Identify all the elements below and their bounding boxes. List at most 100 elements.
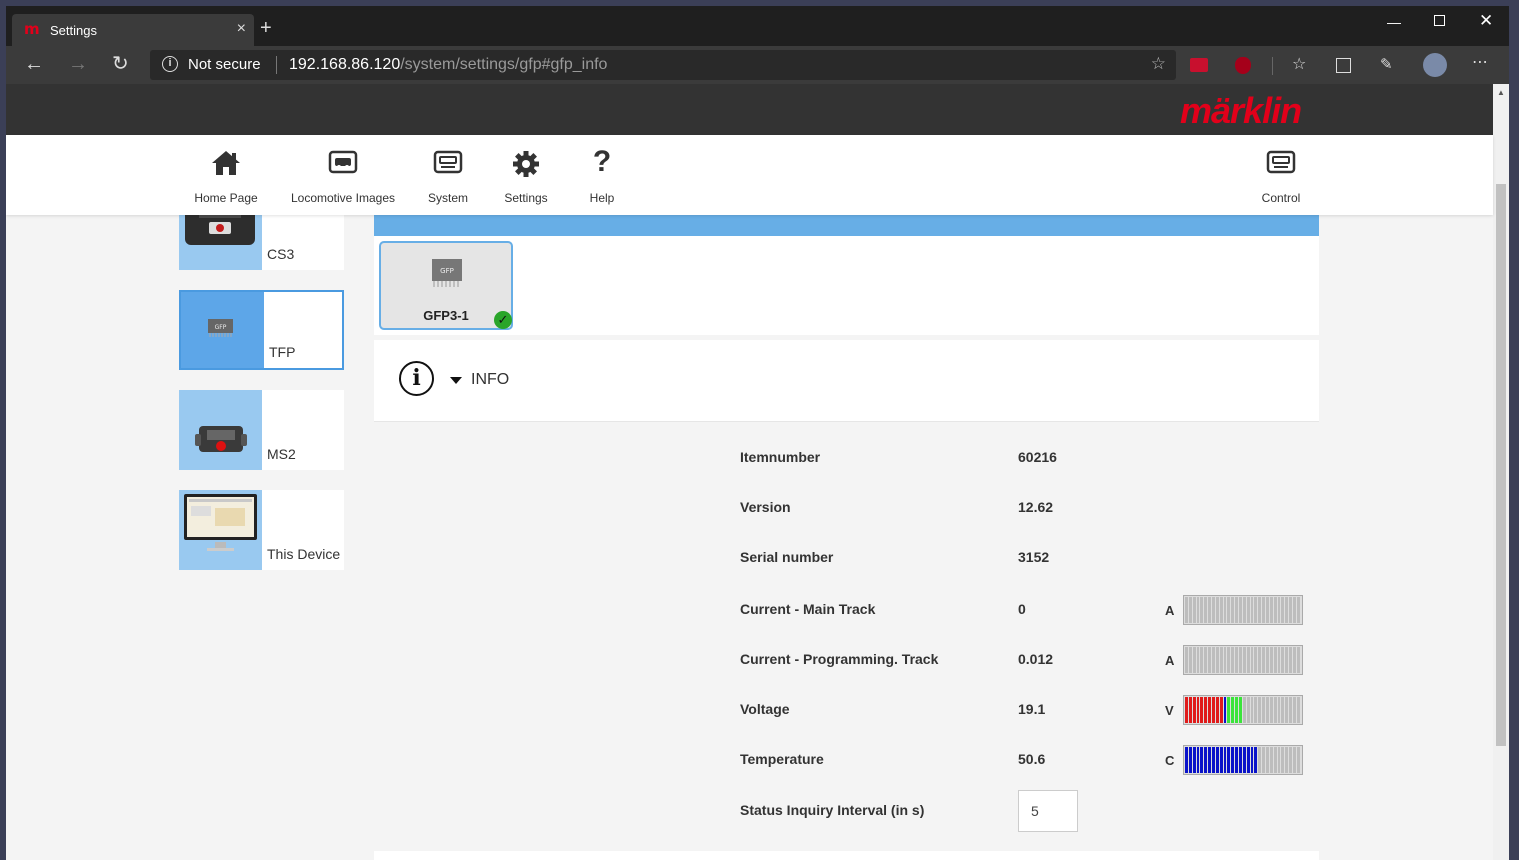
menu-system[interactable]: System	[418, 135, 478, 215]
maximize-icon[interactable]	[1434, 15, 1445, 26]
meter-segment	[1212, 697, 1215, 723]
chip-text: GFP	[440, 267, 454, 275]
meter-segment	[1200, 597, 1204, 623]
meter-segment	[1185, 647, 1188, 673]
info-row-version: Version 12.62	[374, 493, 1319, 523]
menu-system-label: System	[427, 191, 468, 205]
interval-input[interactable]: 5	[1018, 790, 1078, 832]
page-scrollbar[interactable]: ▲	[1493, 84, 1509, 860]
meter-segment	[1254, 697, 1258, 723]
locomotive-icon	[328, 150, 358, 174]
meter-segment	[1258, 647, 1262, 673]
more-menu-icon[interactable]: ⋯	[1472, 52, 1492, 72]
meter-segment	[1293, 647, 1296, 673]
row-value: 12.62	[1018, 499, 1054, 515]
device-name-tfp: TFP	[269, 344, 296, 360]
caret-down-icon[interactable]	[450, 377, 462, 384]
meter-segment	[1188, 747, 1192, 773]
meter-segment	[1277, 697, 1281, 723]
meter-segment	[1204, 747, 1208, 773]
feedback-icon[interactable]: ✎	[1380, 55, 1400, 75]
extension-ublock-icon[interactable]	[1235, 57, 1251, 74]
reload-icon[interactable]: ↻	[112, 54, 129, 74]
meter-segment	[1188, 647, 1192, 673]
marklin-favicon-icon: m	[24, 20, 40, 38]
meter-segment	[1196, 647, 1200, 673]
scrollbar-thumb[interactable]	[1496, 184, 1506, 746]
info-section-header[interactable]: i INFO	[374, 340, 1319, 422]
status-ok-check-icon: ✓	[494, 311, 512, 329]
meter-segment	[1277, 647, 1281, 673]
meter-segment	[1215, 747, 1219, 773]
meter-segment	[1208, 597, 1212, 623]
tab-title: Settings	[50, 23, 97, 38]
meter-segment	[1223, 597, 1227, 623]
meter-segment	[1239, 647, 1242, 673]
address-bar[interactable]: i Not secure 192.168.86.120/system/setti…	[150, 50, 1176, 80]
meter-segment	[1258, 697, 1262, 723]
row-value: 50.6	[1018, 751, 1046, 767]
marklin-logo[interactable]: märklin	[1180, 90, 1302, 132]
ms2-device-icon	[195, 426, 247, 452]
meter-segment	[1289, 597, 1293, 623]
menu-locomotive-images[interactable]: Locomotive Images	[287, 135, 399, 215]
menu-settings[interactable]: Settings	[496, 135, 556, 215]
meter-segment	[1223, 697, 1227, 723]
menu-help[interactable]: ? Help	[572, 135, 632, 215]
window-close-icon[interactable]: ✕	[1479, 11, 1493, 31]
meter-segment	[1208, 647, 1212, 673]
module-label: GFP3-1	[423, 308, 469, 323]
meter-segment	[1246, 597, 1250, 623]
meter-segment	[1185, 697, 1188, 723]
browser-tab[interactable]: m Settings ×	[12, 14, 254, 46]
collections-icon[interactable]	[1336, 58, 1351, 73]
device-card-tfp[interactable]: GFP TFP	[179, 290, 344, 370]
meter-segment	[1204, 697, 1208, 723]
favorites-icon[interactable]: ☆	[1292, 54, 1312, 74]
meter-segment	[1273, 697, 1277, 723]
tab-close-icon[interactable]: ×	[237, 20, 246, 38]
meter-segment	[1196, 597, 1200, 623]
extension-lastpass-icon[interactable]	[1190, 58, 1208, 72]
site-info-icon[interactable]: i	[162, 56, 178, 72]
favorite-star-icon[interactable]: ☆	[1151, 54, 1166, 74]
menu-control[interactable]: Control	[1251, 135, 1311, 215]
back-icon[interactable]: ←	[24, 54, 44, 74]
device-card-ms2[interactable]: MS2	[179, 390, 344, 470]
minimize-icon[interactable]: —	[1387, 14, 1401, 30]
menu-home[interactable]: Home Page	[186, 135, 266, 215]
meter-segment	[1250, 647, 1254, 673]
row-value: 19.1	[1018, 701, 1046, 717]
url-text[interactable]: 192.168.86.120/system/settings/gfp#gfp_i…	[289, 56, 607, 74]
meter-segment	[1296, 697, 1300, 723]
meter-segment	[1273, 597, 1277, 623]
gfp-panel: GFP GFP3-1 ✓ i INFO Itemnumber 60216 Ver…	[374, 215, 1319, 860]
meter-segment	[1208, 747, 1212, 773]
url-host: 192.168.86.120	[289, 56, 401, 73]
meter-segment	[1293, 747, 1296, 773]
meter-segment	[1204, 597, 1208, 623]
row-unit: V	[1165, 703, 1174, 718]
gfp-module-card[interactable]: GFP GFP3-1 ✓	[379, 241, 513, 330]
meter-segment	[1281, 597, 1285, 623]
device-name-ms2: MS2	[267, 446, 296, 462]
scroll-up-icon[interactable]: ▲	[1497, 88, 1505, 97]
gear-icon	[513, 151, 539, 177]
meter-segment	[1219, 647, 1223, 673]
meter-segment	[1227, 647, 1231, 673]
forward-icon[interactable]: →	[68, 54, 88, 74]
meter-segment	[1212, 647, 1215, 673]
device-card-this-device[interactable]: This Device	[179, 490, 344, 570]
meter-segment	[1227, 697, 1231, 723]
meter-segment	[1266, 647, 1269, 673]
meter-segment	[1285, 647, 1289, 673]
meter-segment	[1266, 697, 1269, 723]
menu-locomotive-images-label: Locomotive Images	[290, 191, 396, 205]
row-value: 60216	[1018, 449, 1057, 465]
meter-segment	[1285, 747, 1289, 773]
profile-avatar[interactable]	[1423, 53, 1447, 77]
info-row-voltage: Voltage 19.1 V	[374, 695, 1319, 725]
meter-segment	[1239, 597, 1242, 623]
meter-segment	[1289, 697, 1293, 723]
new-tab-icon[interactable]: +	[260, 18, 272, 38]
